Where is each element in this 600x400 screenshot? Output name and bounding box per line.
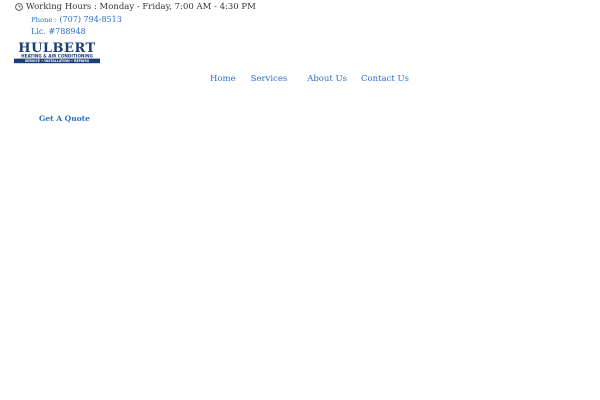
nav-about-us[interactable]: About Us — [307, 74, 347, 84]
logo-tagline: SERVICE • INSTALLATION • REPAIRS — [25, 59, 90, 63]
phone-line[interactable]: Phone : (707) 794-8513 — [31, 15, 122, 24]
working-hours: Working Hours : Monday - Friday, 7:00 AM… — [15, 2, 256, 12]
hulbert-logo[interactable]: HULBERT HEATING & AIR CONDITIONING SERVI… — [8, 40, 106, 64]
nav-home[interactable]: Home — [210, 74, 236, 84]
nav-contact-us[interactable]: Contact Us — [361, 74, 409, 84]
clock-icon — [15, 3, 23, 11]
get-a-quote-link[interactable]: Get A Quote — [39, 114, 90, 123]
nav-services[interactable]: Services — [251, 74, 288, 84]
main-nav: Home Services About Us Contact Us — [210, 74, 409, 84]
phone-number[interactable]: (707) 794-8513 — [59, 15, 121, 24]
phone-label: Phone : — [31, 16, 57, 24]
logo-subtitle: HEATING & AIR CONDITIONING — [21, 54, 93, 59]
license-number: Lic. #788948 — [31, 27, 86, 36]
working-hours-text: Working Hours : Monday - Friday, 7:00 AM… — [26, 2, 256, 12]
